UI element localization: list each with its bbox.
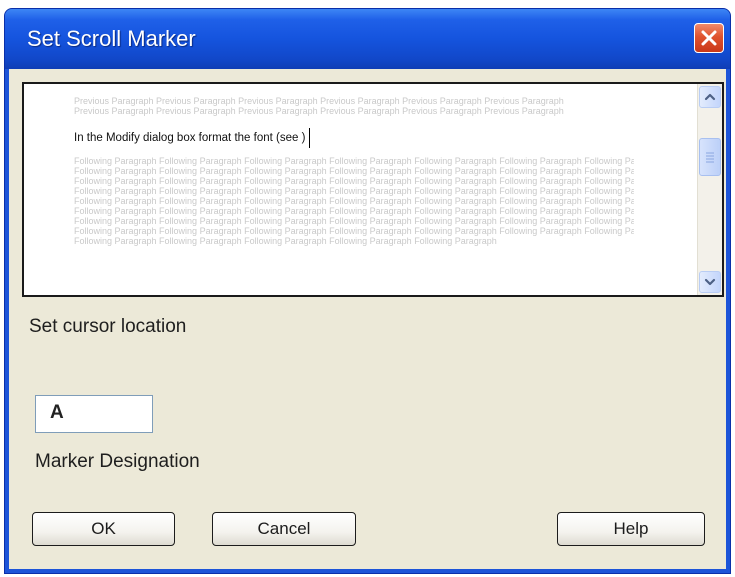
scroll-down-button[interactable] (699, 271, 721, 293)
dialog-window: Set Scroll Marker Previous Paragraph Pre… (4, 8, 731, 574)
following-paragraph-line: Following Paragraph Following Paragraph … (74, 226, 634, 236)
title-bar[interactable]: Set Scroll Marker (5, 9, 730, 69)
following-paragraph-line: Following Paragraph Following Paragraph … (74, 206, 634, 216)
preview-text-area: Previous Paragraph Previous Paragraph Pr… (74, 96, 664, 246)
following-paragraph-line: Following Paragraph Following Paragraph … (74, 156, 634, 166)
following-paragraph-line: Following Paragraph Following Paragraph … (74, 186, 634, 196)
current-line: In the Modify dialog box format the font… (74, 128, 664, 148)
following-paragraph-line: Following Paragraph Following Paragraph … (74, 166, 634, 176)
scroll-thumb[interactable] (699, 138, 721, 176)
close-icon (701, 30, 717, 46)
scroll-up-button[interactable] (699, 86, 721, 108)
set-cursor-label: Set cursor location (29, 316, 187, 337)
following-paragraph-line: Following Paragraph Following Paragraph … (74, 236, 497, 246)
following-paragraph-line: Following Paragraph Following Paragraph … (74, 216, 634, 226)
vertical-scrollbar[interactable] (697, 84, 722, 295)
current-line-text: In the Modify dialog box format the font… (74, 132, 306, 145)
following-paragraph-line: Following Paragraph Following Paragraph … (74, 196, 634, 206)
scroll-up-arrow-icon (704, 93, 716, 101)
scroll-down-arrow-icon (704, 278, 716, 286)
help-button[interactable]: Help (557, 512, 705, 546)
close-button[interactable] (694, 23, 724, 53)
dialog-title: Set Scroll Marker (27, 26, 196, 51)
document-preview[interactable]: Previous Paragraph Previous Paragraph Pr… (22, 82, 724, 297)
marker-designation-label: Marker Designation (35, 451, 200, 472)
scroll-thumb-grip-icon (706, 152, 714, 163)
text-cursor (309, 128, 311, 148)
previous-paragraph-line: Previous Paragraph Previous Paragraph Pr… (74, 96, 564, 106)
following-paragraph-line: Following Paragraph Following Paragraph … (74, 176, 634, 186)
cancel-button[interactable]: Cancel (212, 512, 356, 546)
ok-button[interactable]: OK (32, 512, 175, 546)
previous-paragraph-line: Previous Paragraph Previous Paragraph Pr… (74, 106, 564, 116)
dialog-body: Previous Paragraph Previous Paragraph Pr… (9, 69, 726, 569)
marker-designation-input[interactable]: A (35, 395, 153, 433)
